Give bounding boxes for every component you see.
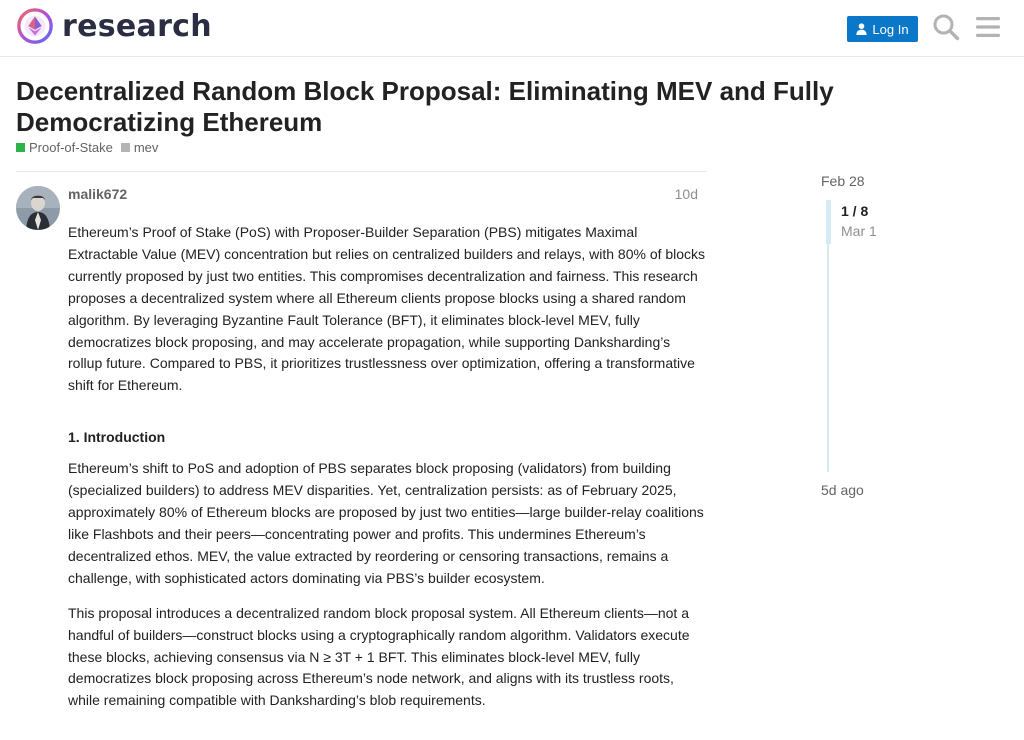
tag-mev[interactable]: mev bbox=[120, 140, 159, 155]
topic-tags: Proof-of-Stake mev bbox=[16, 140, 166, 155]
timeline-position: 1 / 8 bbox=[841, 203, 869, 219]
topic-title[interactable]: Decentralized Random Block Proposal: Eli… bbox=[16, 76, 876, 138]
category-color-swatch bbox=[16, 143, 25, 152]
search-icon[interactable] bbox=[932, 13, 960, 41]
post-paragraph-abstract: Ethereum’s Proof of Stake (PoS) with Pro… bbox=[68, 224, 706, 394]
research-logo-icon bbox=[17, 8, 53, 44]
site-header: research Log In bbox=[0, 0, 1024, 57]
tag-label: mev bbox=[133, 140, 159, 155]
avatar[interactable] bbox=[16, 186, 60, 230]
timeline-scroll-handle[interactable] bbox=[826, 200, 831, 244]
post-paragraph-proposal: This proposal introduces a decentralized… bbox=[68, 604, 690, 709]
login-button[interactable]: Log In bbox=[847, 16, 918, 42]
post-age[interactable]: 10d bbox=[660, 186, 698, 202]
timeline-position-date: Mar 1 bbox=[841, 223, 877, 239]
section-heading-introduction: 1. Introduction bbox=[68, 429, 166, 446]
post-paragraph-intro: Ethereum’s shift to PoS and adoption of … bbox=[68, 460, 704, 586]
timeline-start-date[interactable]: Feb 28 bbox=[821, 173, 865, 189]
site-logo[interactable]: research bbox=[16, 6, 212, 46]
user-avatar-image bbox=[16, 186, 60, 230]
user-icon bbox=[856, 23, 868, 35]
hamburger-menu-icon[interactable] bbox=[974, 13, 1002, 41]
post-body: Ethereum’s Proof of Stake (PoS) with Pro… bbox=[68, 222, 708, 725]
tag-color-swatch bbox=[120, 143, 130, 152]
topic-divider bbox=[16, 171, 706, 172]
category-badge-proof-of-stake[interactable]: Proof-of-Stake bbox=[16, 140, 113, 155]
category-label: Proof-of-Stake bbox=[29, 140, 113, 155]
timeline-end-date[interactable]: 5d ago bbox=[821, 482, 864, 498]
post-username[interactable]: malik672 bbox=[68, 186, 127, 202]
login-label: Log In bbox=[872, 21, 909, 37]
site-name: research bbox=[62, 8, 212, 44]
